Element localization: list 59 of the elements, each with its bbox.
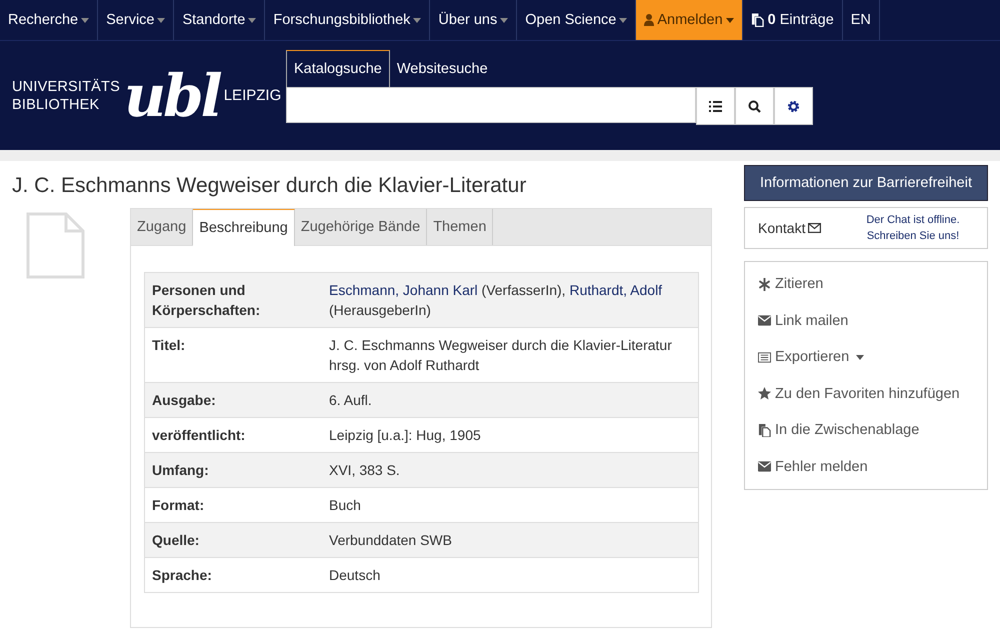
star-icon: [758, 387, 771, 400]
person-link[interactable]: Eschmann, Johann Karl: [329, 282, 478, 298]
chat-status-link[interactable]: Der Chat ist offline. Schreiben Sie uns!: [848, 212, 978, 244]
field-value: Buch: [329, 497, 361, 513]
field-label: Quelle:: [144, 522, 322, 558]
envelope-icon: [758, 314, 771, 328]
nav-item[interactable]: Anmelden: [636, 0, 743, 40]
field-value: Deutsch: [329, 567, 380, 583]
accessibility-button[interactable]: Informationen zur Barrierefreiheit: [744, 165, 988, 201]
action-link[interactable]: In die Zwischenablage: [758, 412, 920, 448]
nav-item[interactable]: Forschungsbibliothek: [265, 0, 430, 40]
tab[interactable]: Zugehörige Bände: [294, 209, 428, 245]
field-label: Format:: [144, 488, 322, 522]
person-link[interactable]: Ruthardt, Adolf: [569, 282, 662, 298]
search-button[interactable]: [735, 87, 774, 125]
search-icon: [748, 100, 761, 112]
nav-item[interactable]: Service: [98, 0, 174, 40]
copy-icon: [750, 13, 764, 27]
record-title: J. C. Eschmanns Wegweiser durch die Klavier-Literatur: [12, 174, 528, 198]
field-label: veröffentlicht:: [144, 418, 322, 452]
settings-icon: [787, 100, 800, 112]
field-label: Umfang:: [144, 452, 322, 488]
asterisk-icon: [758, 278, 771, 291]
nav-item[interactable]: Über uns: [430, 0, 518, 40]
field-value: XVI, 383 S.: [329, 462, 400, 478]
field-label: Ausgabe:: [144, 382, 322, 418]
nav-item[interactable]: EN: [842, 0, 880, 40]
document-icon: [26, 212, 85, 279]
envelope-icon: [758, 460, 771, 474]
field-value: Leipzig [u.a.]: Hug, 1905: [329, 427, 481, 443]
role-text: (VerfasserIn),: [480, 282, 567, 298]
tab[interactable]: Themen: [427, 209, 494, 245]
user-icon: [644, 14, 654, 26]
list-icon: [758, 350, 771, 364]
field-label: Sprache:: [144, 558, 322, 592]
field-label: Titel:: [144, 328, 322, 382]
nav-item[interactable]: Recherche: [0, 0, 98, 40]
field-value: Verbunddaten SWB: [329, 532, 452, 548]
action-link[interactable]: Exportieren: [758, 339, 864, 376]
search-tab[interactable]: Katalogsuche: [286, 50, 390, 87]
field-label: Personen und Körperschaften:: [144, 272, 322, 328]
search-field[interactable]: [286, 87, 696, 123]
action-link[interactable]: Link mailen: [758, 302, 848, 339]
action-link[interactable]: Fehler melden: [758, 448, 868, 485]
list-icon: [709, 100, 722, 112]
action-link[interactable]: Zu den Favoriten hinzufügen: [758, 376, 960, 412]
copy-icon: [758, 424, 771, 437]
list-button[interactable]: [696, 87, 735, 125]
search-tab[interactable]: Websitesuche: [390, 50, 495, 87]
envelope-icon: [808, 223, 822, 233]
action-link[interactable]: Zitieren: [758, 266, 824, 302]
tab[interactable]: Beschreibung: [193, 209, 295, 246]
role-text: (HerausgeberIn): [329, 302, 431, 318]
contact-link[interactable]: Kontakt: [758, 220, 848, 236]
nav-item[interactable]: Standorte: [174, 0, 266, 40]
settings-button[interactable]: [774, 87, 813, 125]
field-value: J. C. Eschmanns Wegweiser durch die Klavier-Literatur hrsg. von Adolf Ruthardt: [329, 337, 672, 373]
nav-item[interactable]: 0 Einträge: [742, 0, 843, 40]
field-value: 6. Aufl.: [329, 392, 372, 408]
